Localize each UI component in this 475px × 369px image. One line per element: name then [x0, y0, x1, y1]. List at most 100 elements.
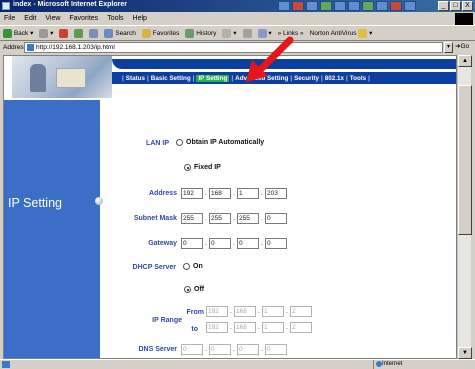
history-button[interactable]: History: [185, 28, 216, 38]
nav-basic-setting[interactable]: Basic Setting: [151, 75, 191, 82]
address-label: Address: [3, 44, 27, 51]
fixed-ip-option[interactable]: Fixed IP: [184, 164, 221, 171]
nav-security[interactable]: Security: [294, 75, 319, 82]
subnet-octet-2[interactable]: 255: [209, 213, 231, 224]
menu-bar: File Edit View Favorites Tools Help: [0, 12, 475, 25]
lan-ip-label: LAN IP: [146, 140, 169, 147]
search-button[interactable]: Search: [104, 28, 136, 38]
ip-range-label: IP Range: [152, 317, 182, 324]
address-octet-4[interactable]: 203: [265, 188, 287, 199]
vertical-scrollbar[interactable]: ▲ ▼: [457, 55, 472, 359]
nav-tools[interactable]: Tools: [350, 75, 366, 82]
address-input[interactable]: http://192.168.1.203/ip.html: [24, 42, 443, 53]
banner-person-shape: [30, 64, 46, 92]
range-to-octet-2[interactable]: 168: [234, 322, 256, 333]
address-octet-3[interactable]: 1: [237, 188, 259, 199]
obtain-auto-radio[interactable]: [176, 139, 183, 146]
address-dropdown-button[interactable]: ▾: [444, 42, 453, 53]
range-from-octet-3[interactable]: 1: [262, 306, 284, 317]
nav-status[interactable]: Status: [126, 75, 145, 82]
tray-app-icon[interactable]: [334, 1, 346, 11]
scroll-up-button[interactable]: ▲: [458, 55, 472, 67]
address-octet-1[interactable]: 192: [181, 188, 203, 199]
range-from-octet-2[interactable]: 168: [234, 306, 256, 317]
gateway-octet-2[interactable]: 0: [209, 238, 231, 249]
banner-screen-shape: [56, 68, 86, 88]
range-to-octet-3[interactable]: 1: [262, 322, 284, 333]
home-icon: [89, 28, 99, 38]
close-button[interactable]: X: [462, 1, 473, 11]
back-arrow-icon: [3, 28, 12, 38]
tray-app-icon[interactable]: [404, 1, 416, 11]
mail-icon: [222, 28, 232, 38]
scroll-thumb[interactable]: [458, 85, 472, 235]
back-button[interactable]: Back ▾: [3, 28, 33, 38]
norton-label: Norton AntiVirus: [309, 29, 357, 37]
taskbar-tray: [278, 1, 416, 11]
address-url: http://192.168.1.203/ip.html: [36, 44, 115, 51]
mail-button[interactable]: ▾: [222, 28, 237, 38]
fixed-ip-radio[interactable]: [184, 164, 191, 171]
favorites-button[interactable]: Favorites: [141, 28, 179, 38]
dns-octet-1[interactable]: 0: [181, 344, 203, 355]
subnet-octet-1[interactable]: 255: [181, 213, 203, 224]
forward-button[interactable]: ▾: [39, 28, 53, 38]
menu-tools[interactable]: Tools: [107, 15, 123, 22]
gateway-octet-3[interactable]: 0: [237, 238, 259, 249]
gateway-octet-4[interactable]: 0: [265, 238, 287, 249]
dhcp-on-option[interactable]: On: [183, 263, 203, 270]
norton-button[interactable]: Norton AntiVirus ▾: [309, 28, 372, 38]
menu-view[interactable]: View: [45, 15, 60, 22]
go-label: Go: [460, 43, 470, 50]
dns-octet-2[interactable]: 0: [209, 344, 231, 355]
dhcp-off-option[interactable]: Off: [184, 286, 204, 293]
tray-app-icon[interactable]: [390, 1, 402, 11]
sidebar-title: IP Setting: [8, 196, 62, 210]
subnet-octet-4[interactable]: 0: [265, 213, 287, 224]
zone-label: Internet: [382, 361, 403, 367]
refresh-button[interactable]: [74, 28, 84, 38]
range-to-octet-4[interactable]: 2: [290, 322, 312, 333]
nav-8021x[interactable]: 802.1x: [325, 75, 344, 82]
dhcp-on-label: On: [193, 263, 203, 270]
maximize-button[interactable]: □: [450, 1, 461, 11]
dns-server-label: DNS Server: [138, 346, 177, 353]
menu-edit[interactable]: Edit: [24, 15, 36, 22]
back-label: Back: [13, 29, 29, 37]
window-title: index - Microsoft Internet Explorer: [13, 1, 127, 8]
obtain-auto-option[interactable]: Obtain IP Automatically: [176, 139, 264, 146]
tray-app-icon[interactable]: [292, 1, 304, 11]
gateway-octet-1[interactable]: 0: [181, 238, 203, 249]
dhcp-on-radio[interactable]: [183, 263, 190, 270]
page-viewport: | Status | Basic Setting | IP Setting | …: [3, 55, 457, 359]
fixed-ip-label: Fixed IP: [194, 164, 221, 171]
sidebar: IP Setting: [4, 100, 103, 358]
menu-file[interactable]: File: [4, 15, 15, 22]
scroll-down-button[interactable]: ▼: [458, 347, 472, 359]
tray-app-icon[interactable]: [348, 1, 360, 11]
go-button[interactable]: ➜Go: [455, 42, 469, 50]
range-from-octet-4[interactable]: 2: [290, 306, 312, 317]
menu-help[interactable]: Help: [133, 15, 147, 22]
tray-app-icon[interactable]: [376, 1, 388, 11]
stop-button[interactable]: [59, 28, 69, 38]
title-bar[interactable]: index - Microsoft Internet Explorer _ □ …: [0, 0, 475, 12]
address-octet-2[interactable]: 168: [209, 188, 231, 199]
dhcp-off-radio[interactable]: [184, 286, 191, 293]
red-arrow-icon: [246, 36, 294, 82]
range-from-octet-1[interactable]: 192: [206, 306, 228, 317]
dns-octet-3[interactable]: 0: [237, 344, 259, 355]
subnet-octet-3[interactable]: 255: [237, 213, 259, 224]
dns-octet-4[interactable]: 0: [265, 344, 287, 355]
range-to-octet-1[interactable]: 192: [206, 322, 228, 333]
minimize-button[interactable]: _: [438, 1, 449, 11]
search-icon: [104, 28, 114, 38]
menu-favorites[interactable]: Favorites: [69, 15, 98, 22]
tray-app-icon[interactable]: [306, 1, 318, 11]
tray-app-icon[interactable]: [320, 1, 332, 11]
gateway-ip-group: 0. 0. 0. 0: [181, 238, 287, 249]
tray-app-icon[interactable]: [278, 1, 290, 11]
home-button[interactable]: [89, 28, 99, 38]
tray-app-icon[interactable]: [362, 1, 374, 11]
nav-ip-setting[interactable]: IP Setting: [196, 74, 230, 82]
